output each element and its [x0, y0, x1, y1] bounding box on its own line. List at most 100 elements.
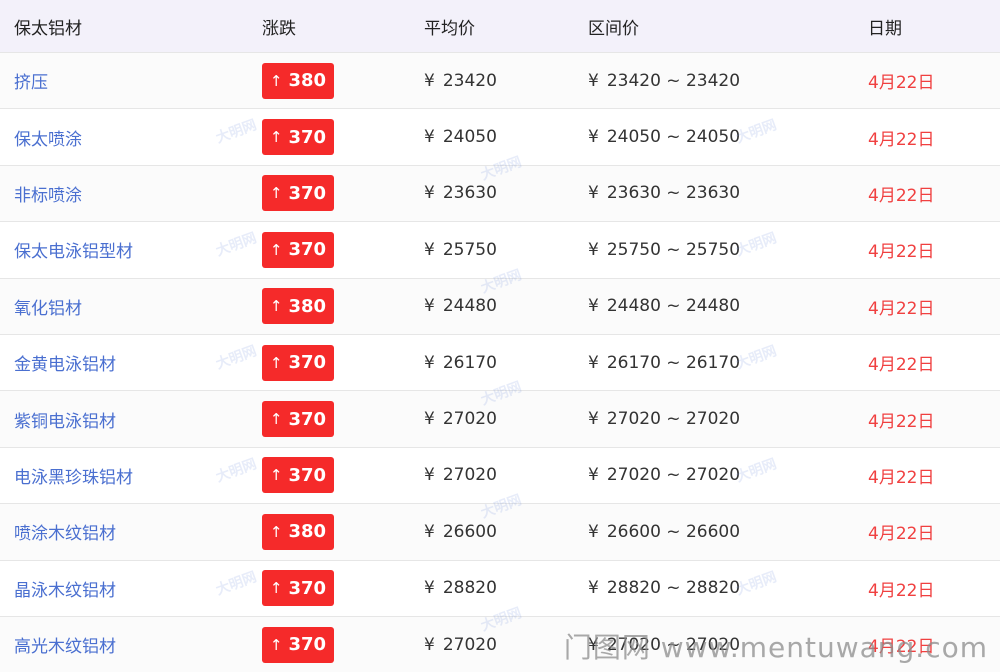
currency-symbol: ¥	[588, 296, 599, 317]
avg-value: 24050	[442, 127, 497, 148]
avg-value: 26170	[442, 352, 497, 373]
change-badge: ↑ 380	[262, 513, 334, 550]
table-row: 晶泳木纹铝材 ↑ 370 ¥28820 ¥28820 ~ 28820 4月22日 …	[0, 559, 1000, 616]
product-name-link[interactable]: 电泳黑珍珠铝材	[14, 468, 133, 488]
header-avg: 平均价	[424, 18, 475, 39]
range-value: 23420 ~ 23420	[606, 70, 741, 91]
table-row: 电泳黑珍珠铝材 ↑ 370 ¥27020 ¥27020 ~ 27020 4月22日…	[0, 446, 1000, 504]
footer-watermark: 门图网 www.mentuwang.com	[563, 631, 988, 664]
change-badge: ↑ 370	[262, 457, 334, 494]
change-badge: ↑ 370	[262, 401, 334, 438]
change-value: 380	[288, 521, 327, 543]
avg-value: 26600	[442, 521, 497, 542]
product-name-link[interactable]: 保太喷涂	[14, 130, 82, 150]
range-value: 28820 ~ 28820	[606, 578, 741, 599]
avg-value: 27020	[442, 409, 497, 430]
avg-value: 24480	[442, 296, 497, 317]
change-value: 370	[288, 408, 327, 430]
currency-symbol: ¥	[588, 183, 599, 204]
change-value: 370	[288, 577, 327, 599]
header-name: 保太铝材	[14, 18, 82, 39]
currency-symbol: ¥	[424, 183, 435, 204]
change-badge: ↑ 380	[262, 288, 334, 325]
change-badge: ↑ 370	[262, 119, 334, 156]
avg-value: 27020	[442, 465, 497, 486]
range-price: ¥23420 ~ 23420	[588, 71, 868, 91]
currency-symbol: ¥	[588, 352, 599, 373]
change-value: 370	[288, 634, 327, 656]
date-value: 4月22日	[868, 411, 935, 432]
date-value: 4月22日	[868, 298, 935, 319]
currency-symbol: ¥	[424, 296, 435, 317]
product-name-link[interactable]: 高光木纹铝材	[14, 637, 116, 657]
product-name-link[interactable]: 非标喷涂	[14, 186, 82, 206]
up-arrow-icon: ↑	[269, 297, 283, 316]
currency-symbol: ¥	[424, 352, 435, 373]
currency-symbol: ¥	[424, 521, 435, 542]
avg-value: 28820	[442, 578, 497, 599]
avg-price: ¥27020	[424, 409, 588, 429]
date-value: 4月22日	[868, 129, 935, 150]
product-name-link[interactable]: 喷涂木纹铝材	[14, 524, 116, 544]
range-value: 23630 ~ 23630	[606, 183, 741, 204]
table-row: 非标喷涂 ↑ 370 ¥23630 ¥23630 ~ 23630 4月22日 大明…	[0, 154, 1000, 222]
avg-price: ¥28820	[424, 578, 588, 598]
table-row: 紫铜电泳铝材 ↑ 370 ¥27020 ¥27020 ~ 27020 4月22日 …	[0, 380, 1000, 447]
table-row: 氧化铝材 ↑ 380 ¥24480 ¥24480 ~ 24480 4月22日 大明…	[0, 267, 1000, 334]
change-badge: ↑ 370	[262, 344, 334, 381]
currency-symbol: ¥	[424, 578, 435, 599]
currency-symbol: ¥	[588, 521, 599, 542]
table-row: 喷涂木纹铝材 ↑ 380 ¥26600 ¥26600 ~ 26600 4月22日 …	[0, 492, 1000, 560]
avg-value: 23630	[442, 183, 497, 204]
currency-symbol: ¥	[588, 578, 599, 599]
change-badge: ↑ 370	[262, 626, 334, 663]
currency-symbol: ¥	[424, 634, 435, 655]
change-value: 370	[288, 464, 327, 486]
range-price: ¥24480 ~ 24480	[588, 296, 868, 316]
avg-value: 23420	[442, 70, 497, 91]
currency-symbol: ¥	[588, 409, 599, 430]
price-table: 保太铝材 涨跌 平均价 区间价 日期 挤压 ↑ 380 ¥23420 ¥23420…	[0, 0, 1000, 672]
up-arrow-icon: ↑	[269, 353, 283, 372]
avg-price: ¥26170	[424, 353, 588, 373]
avg-price: ¥25750	[424, 240, 588, 260]
up-arrow-icon: ↑	[269, 466, 283, 485]
product-name-link[interactable]: 挤压	[14, 73, 48, 93]
date-value: 4月22日	[868, 185, 935, 206]
change-value: 380	[288, 70, 327, 92]
change-value: 370	[288, 239, 327, 261]
range-price: ¥25750 ~ 25750	[588, 240, 868, 260]
up-arrow-icon: ↑	[269, 128, 283, 147]
header-range: 区间价	[588, 18, 639, 39]
date-value: 4月22日	[868, 73, 935, 94]
date-value: 4月22日	[868, 355, 935, 376]
range-value: 24480 ~ 24480	[606, 296, 741, 317]
product-name-link[interactable]: 紫铜电泳铝材	[14, 412, 116, 432]
up-arrow-icon: ↑	[269, 240, 283, 259]
date-value: 4月22日	[868, 242, 935, 263]
currency-symbol: ¥	[424, 409, 435, 430]
product-name-link[interactable]: 晶泳木纹铝材	[14, 581, 116, 601]
range-value: 27020 ~ 27020	[606, 465, 741, 486]
currency-symbol: ¥	[588, 239, 599, 260]
avg-value: 27020	[442, 634, 497, 655]
range-price: ¥27020 ~ 27020	[588, 465, 868, 485]
currency-symbol: ¥	[588, 127, 599, 148]
table-header: 保太铝材 涨跌 平均价 区间价 日期	[0, 0, 1000, 52]
up-arrow-icon: ↑	[269, 522, 283, 541]
currency-symbol: ¥	[424, 239, 435, 260]
avg-price: ¥27020	[424, 465, 588, 485]
range-price: ¥23630 ~ 23630	[588, 183, 868, 203]
table-row: 挤压 ↑ 380 ¥23420 ¥23420 ~ 23420 4月22日	[0, 52, 1000, 109]
range-price: ¥27020 ~ 27020	[588, 409, 868, 429]
avg-price: ¥23420	[424, 71, 588, 91]
product-name-link[interactable]: 氧化铝材	[14, 299, 82, 319]
date-value: 4月22日	[868, 467, 935, 488]
product-name-link[interactable]: 保太电泳铝型材	[14, 242, 133, 262]
change-badge: ↑ 370	[262, 231, 334, 268]
avg-value: 25750	[442, 239, 497, 260]
range-value: 26600 ~ 26600	[606, 521, 741, 542]
range-price: ¥26600 ~ 26600	[588, 522, 868, 542]
date-value: 4月22日	[868, 580, 935, 601]
product-name-link[interactable]: 金黄电泳铝材	[14, 355, 116, 375]
